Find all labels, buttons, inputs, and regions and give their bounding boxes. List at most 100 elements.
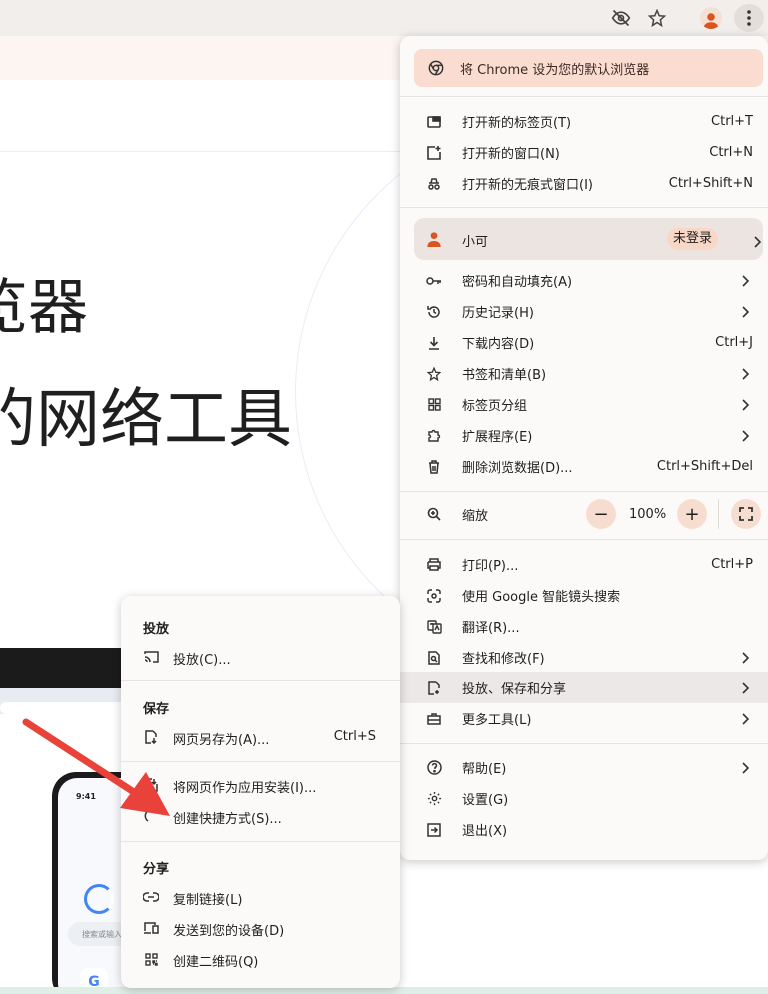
menu-item-shortcut: Ctrl+Shift+N xyxy=(668,176,753,191)
menu-item-new-tab[interactable]: 打开新的标签页(T) Ctrl+T xyxy=(400,106,768,137)
menu-item-label: 使用 Google 智能镜头搜索 xyxy=(462,590,621,605)
menu-item-label: 标签页分组 xyxy=(462,399,528,414)
zoom-magnifier-icon xyxy=(426,506,442,522)
chrome-main-menu: 将 Chrome 设为您的默认浏览器 打开新的标签页(T) Ctrl+T 打开新… xyxy=(400,36,768,860)
menu-item-shortcut: Ctrl+Shift+Del xyxy=(656,459,753,474)
menu-item-label: 打开新的标签页(T) xyxy=(462,116,572,131)
tab-groups-icon xyxy=(426,397,442,413)
menu-item-label: 设置(G) xyxy=(462,793,509,808)
taskbar xyxy=(0,987,768,994)
submenu-item-cast[interactable]: 投放(C)... xyxy=(121,642,400,673)
menu-item-passwords[interactable]: 密码和自动填充(A) xyxy=(400,265,768,296)
submenu-item-copy-link[interactable]: 复制链接(L) xyxy=(121,882,400,913)
submenu-item-shortcut: Ctrl+S xyxy=(333,729,376,744)
submenu-item-label: 发送到您的设备(D) xyxy=(173,924,285,939)
menu-item-label: 帮助(E) xyxy=(462,762,507,777)
chevron-right-icon xyxy=(740,761,750,774)
menu-item-shortcut: Ctrl+N xyxy=(709,145,753,160)
submenu-item-label: 将网页作为应用安装(I)... xyxy=(173,781,317,796)
chevron-right-icon xyxy=(740,398,750,411)
star-icon xyxy=(426,366,442,382)
menu-item-label: 下载内容(D) xyxy=(462,337,535,352)
zoom-label: 缩放 xyxy=(462,508,489,524)
menu-item-tab-groups[interactable]: 标签页分组 xyxy=(400,389,768,420)
google-app-icon: G xyxy=(80,968,108,987)
submenu-item-qr-code[interactable]: 创建二维码(Q) xyxy=(121,944,400,975)
menu-item-google-lens[interactable]: 使用 Google 智能镜头搜索 xyxy=(400,580,768,611)
menu-item-downloads[interactable]: 下载内容(D) Ctrl+J xyxy=(400,327,768,358)
menu-divider xyxy=(400,96,768,97)
menu-item-extensions[interactable]: 扩展程序(E) xyxy=(400,420,768,451)
menu-item-label: 历史记录(H) xyxy=(462,306,534,321)
bookmark-star-icon[interactable] xyxy=(642,4,672,32)
chevron-right-icon xyxy=(753,233,762,252)
trash-icon xyxy=(426,459,442,475)
profile-name: 小可 xyxy=(462,235,489,250)
zoom-out-button[interactable]: − xyxy=(586,499,616,529)
sign-in-status-badge: 未登录 xyxy=(667,228,719,250)
menu-item-bookmarks[interactable]: 书签和清单(B) xyxy=(400,358,768,389)
submenu-divider xyxy=(121,841,400,842)
menu-item-label: 密码和自动填充(A) xyxy=(462,275,573,290)
eye-off-icon[interactable] xyxy=(606,4,636,32)
menu-item-history[interactable]: 历史记录(H) xyxy=(400,296,768,327)
submenu-item-label: 投放(C)... xyxy=(173,653,231,668)
submenu-item-label: 创建快捷方式(S)... xyxy=(173,812,282,827)
menu-item-label: 打印(P)... xyxy=(462,559,519,574)
kebab-menu-icon[interactable] xyxy=(734,4,764,32)
section-heading-share: 分享 xyxy=(143,862,170,877)
menu-item-new-window[interactable]: 打开新的窗口(N) Ctrl+N xyxy=(400,137,768,168)
menu-item-clear-data[interactable]: 删除浏览数据(D)... Ctrl+Shift+Del xyxy=(400,451,768,482)
menu-item-label: 退出(X) xyxy=(462,824,508,839)
menu-item-label: 查找和修改(F) xyxy=(462,652,545,667)
translate-icon xyxy=(426,619,442,635)
menu-item-settings[interactable]: 设置(G) xyxy=(400,783,768,814)
send-device-icon xyxy=(143,920,159,936)
menu-item-label: 打开新的无痕式窗口(I) xyxy=(462,178,593,193)
zoom-row: 缩放 − 100% + xyxy=(400,499,768,529)
menu-item-label: 投放、保存和分享 xyxy=(462,682,567,697)
toolbox-icon xyxy=(426,711,442,727)
menu-item-cast-save-share[interactable]: 投放、保存和分享 xyxy=(400,672,768,703)
submenu-item-create-shortcut[interactable]: 创建快捷方式(S)... xyxy=(121,801,400,832)
menu-item-exit[interactable]: 退出(X) xyxy=(400,814,768,845)
submenu-item-save-page[interactable]: 网页另存为(A)... Ctrl+S xyxy=(121,722,400,753)
print-icon xyxy=(426,557,442,573)
menu-item-label: 扩展程序(E) xyxy=(462,430,533,445)
menu-item-label: 书签和清单(B) xyxy=(462,368,547,383)
profile-avatar-button[interactable] xyxy=(696,4,726,32)
profile-row[interactable]: 小可 未登录 xyxy=(414,218,763,260)
zoom-divider xyxy=(718,499,719,529)
fullscreen-button[interactable] xyxy=(731,499,761,529)
zoom-in-button[interactable]: + xyxy=(677,499,707,529)
exit-icon xyxy=(426,822,442,838)
help-icon xyxy=(426,760,442,776)
menu-item-label: 更多工具(L) xyxy=(462,713,532,728)
incognito-icon xyxy=(426,176,442,192)
new-tab-icon xyxy=(426,114,442,130)
download-icon xyxy=(426,335,442,351)
menu-item-more-tools[interactable]: 更多工具(L) xyxy=(400,703,768,734)
save-share-icon xyxy=(426,680,442,696)
browser-toolbar xyxy=(0,0,768,36)
set-default-browser-button[interactable]: 将 Chrome 设为您的默认浏览器 xyxy=(414,49,763,87)
hero-heading-line1: 览器 xyxy=(0,273,88,343)
chevron-right-icon xyxy=(740,274,750,287)
submenu-item-install-app[interactable]: 将网页作为应用安装(I)... xyxy=(121,770,400,801)
menu-divider xyxy=(400,491,768,492)
submenu-divider xyxy=(121,680,400,681)
phone-time: 9:41 xyxy=(76,792,96,801)
menu-item-help[interactable]: 帮助(E) xyxy=(400,752,768,783)
menu-item-print[interactable]: 打印(P)... Ctrl+P xyxy=(400,549,768,580)
google-logo-icon xyxy=(84,884,114,914)
chevron-right-icon xyxy=(740,305,750,318)
save-page-icon xyxy=(143,729,159,745)
menu-item-translate[interactable]: 翻译(R)... xyxy=(400,611,768,642)
key-icon xyxy=(426,273,442,289)
qr-code-icon xyxy=(143,951,159,967)
submenu-item-send-to-device[interactable]: 发送到您的设备(D) xyxy=(121,913,400,944)
menu-item-incognito[interactable]: 打开新的无痕式窗口(I) Ctrl+Shift+N xyxy=(400,168,768,199)
avatar xyxy=(700,7,722,29)
chevron-right-icon xyxy=(740,681,750,694)
menu-item-find-edit[interactable]: 查找和修改(F) xyxy=(400,642,768,673)
